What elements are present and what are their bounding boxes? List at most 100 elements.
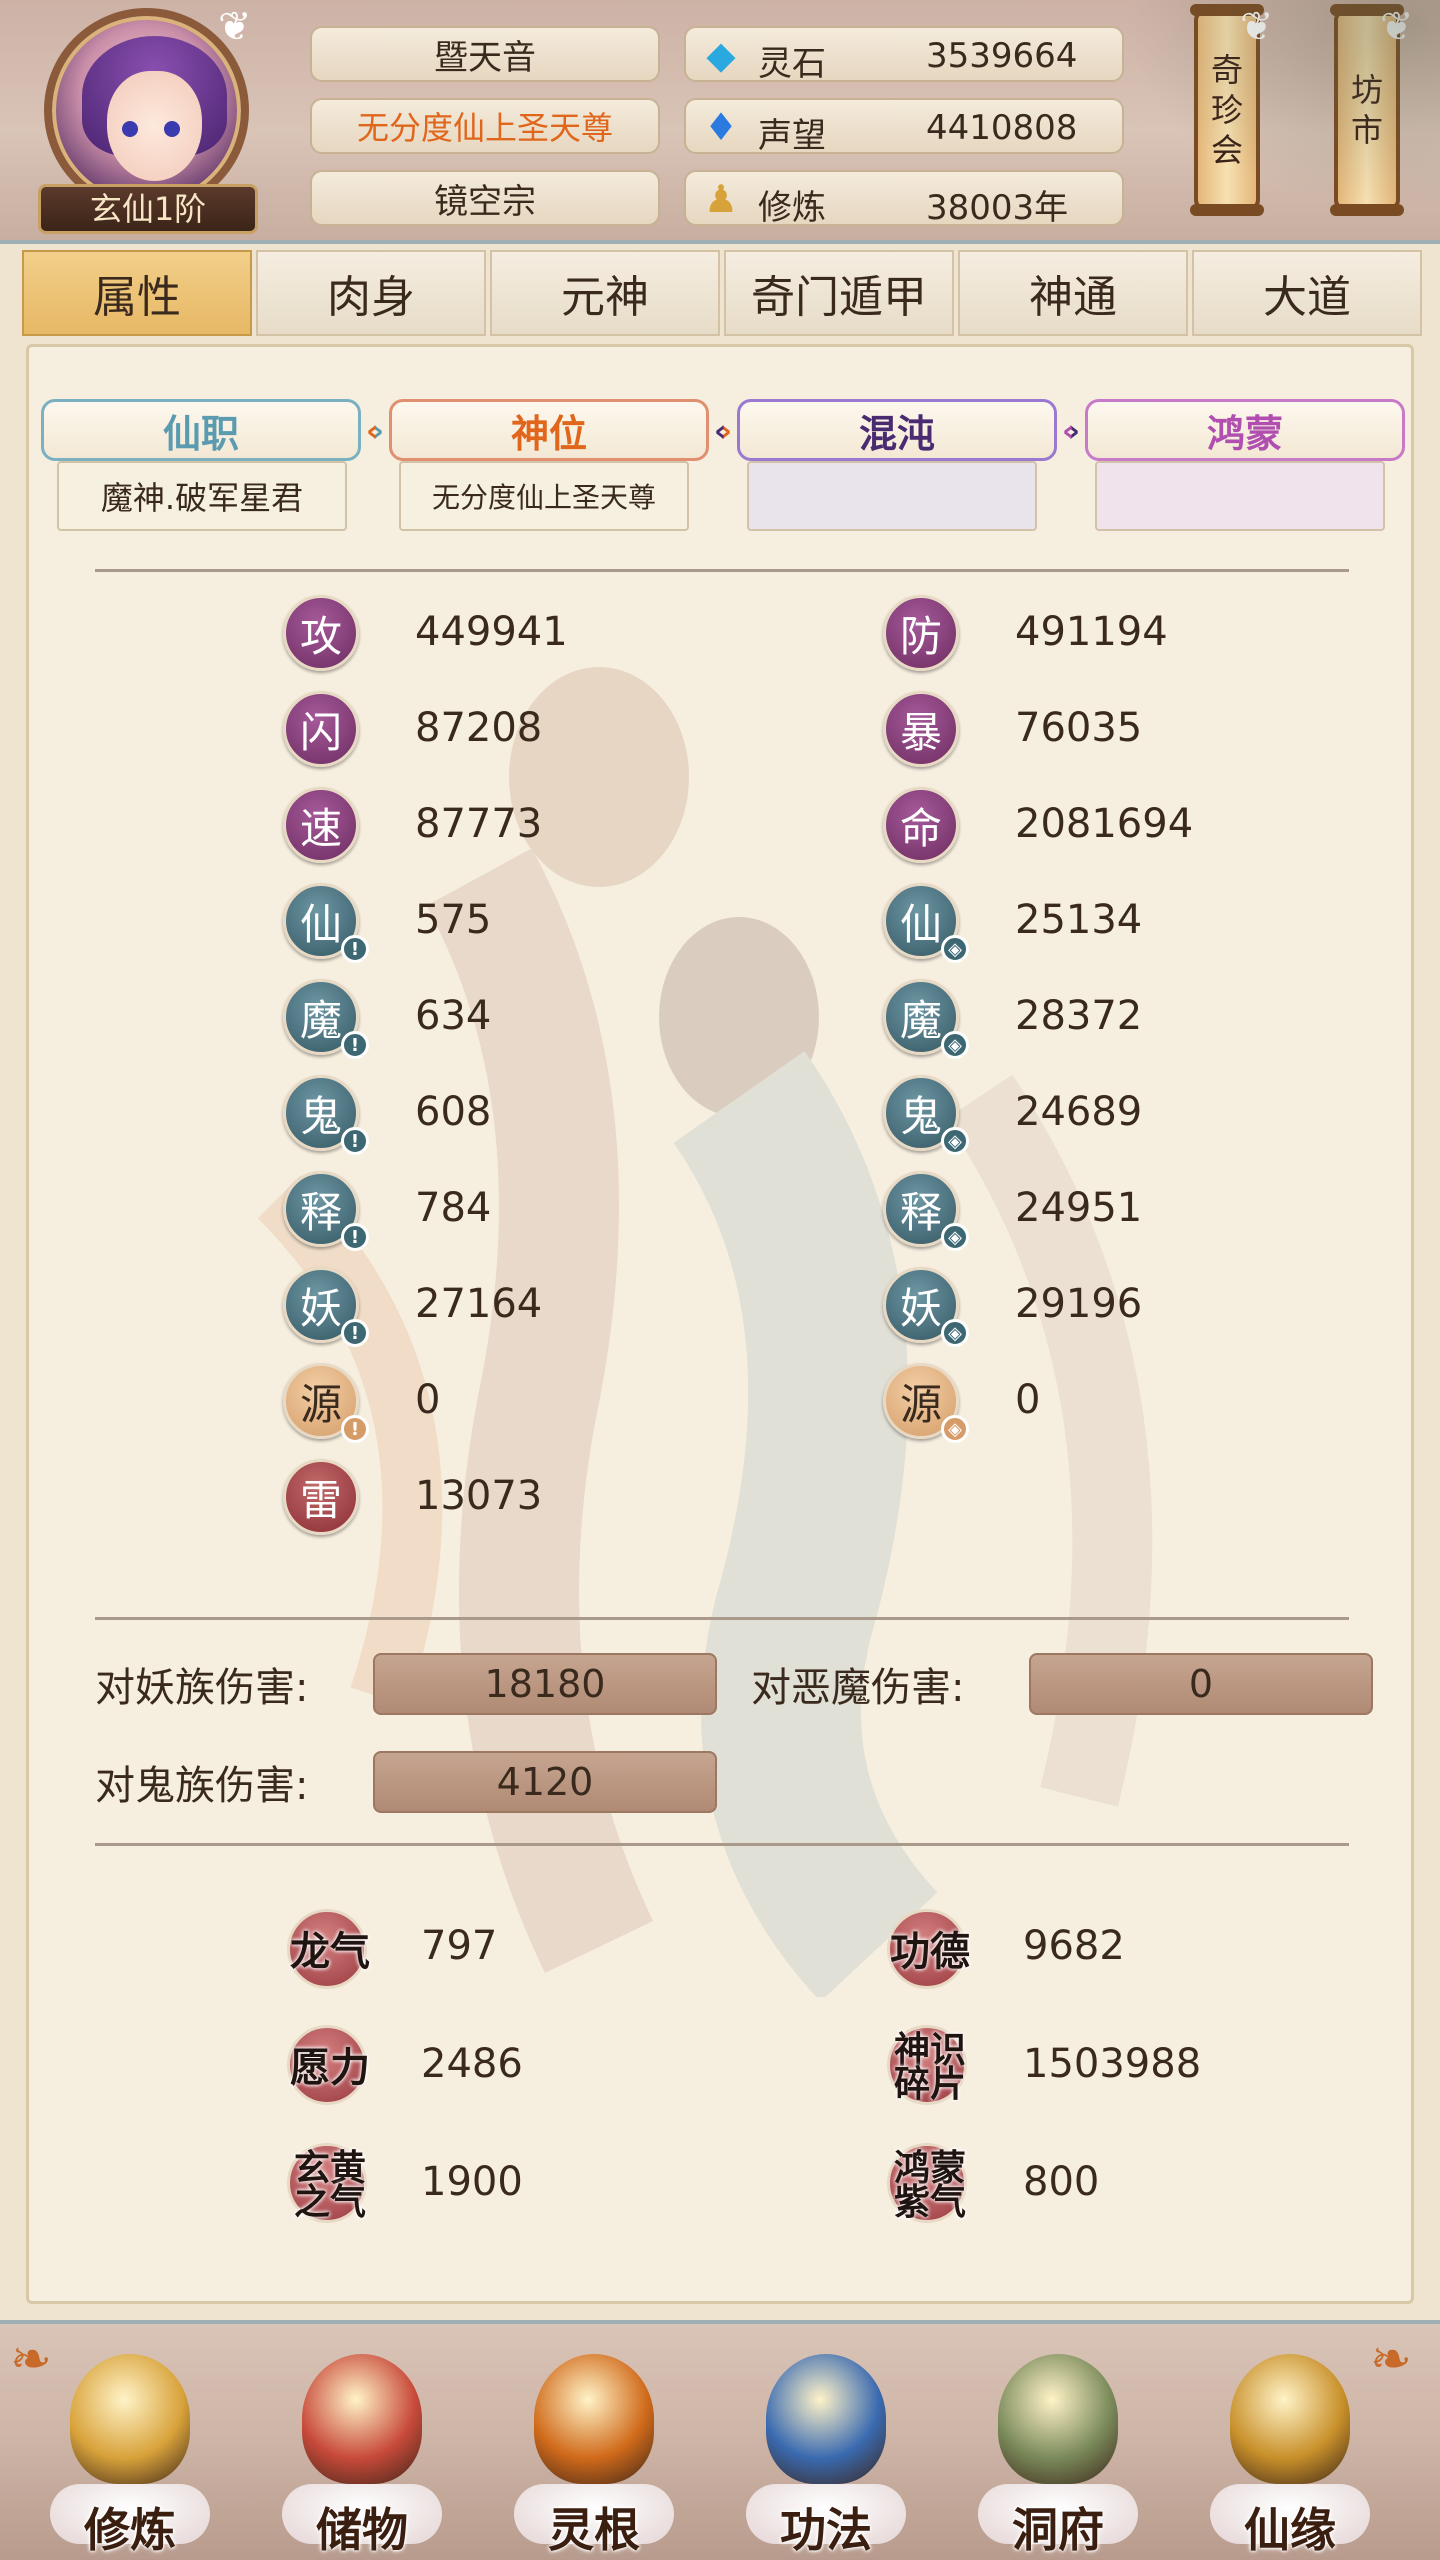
shield-badge-icon: ◈ xyxy=(941,1319,969,1347)
stat-icon[interactable]: 命 xyxy=(883,787,959,863)
nav-cave-mansion[interactable]: 洞府 xyxy=(968,2334,1148,2560)
resource-reputation: ♦ 声望 4410808 xyxy=(684,98,1124,156)
nav-label: 储物 xyxy=(316,2503,408,2557)
stat-icon[interactable]: 暴 xyxy=(883,691,959,767)
stat-value: 0 xyxy=(415,1377,441,1423)
storage-bag-icon xyxy=(302,2354,422,2484)
hongmeng-qi-value: 800 xyxy=(1023,2159,1100,2205)
resource-label: 修炼 xyxy=(758,188,826,228)
stat-value: 25134 xyxy=(1015,897,1143,943)
nav-cultivation-monk[interactable]: 修炼 xyxy=(40,2334,220,2560)
attack-badge-icon: ! xyxy=(341,1319,369,1347)
stat-icon[interactable]: 攻 xyxy=(283,595,359,671)
immortal-post-value: 魔神.破军星君 xyxy=(57,461,347,531)
nav-storage-bag[interactable]: 储物 xyxy=(272,2334,452,2560)
cave-mansion-icon xyxy=(998,2354,1118,2484)
avatar-eye xyxy=(122,121,138,137)
shield-badge-icon: ◈ xyxy=(941,1223,969,1251)
tag-label: 鸿蒙 xyxy=(1206,411,1283,456)
merit-icon: 功德 xyxy=(887,1909,970,1989)
scroll-char: 坊 xyxy=(1350,71,1383,109)
resource-cultivation: ♟ 修炼 38003年 xyxy=(684,170,1124,228)
tag-hongmeng: ‹ 鸿蒙 › xyxy=(1062,399,1405,461)
spirit-stone-icon: ◆ xyxy=(706,33,736,77)
scroll-char: 会 xyxy=(1210,131,1243,169)
resource-value: 3539664 xyxy=(926,36,1078,76)
damage-label-evil-demon: 对恶魔伤害: xyxy=(751,1665,965,1711)
butterfly-icon: ❦ xyxy=(1380,4,1414,50)
shield-badge-icon: ◈ xyxy=(941,1127,969,1155)
damage-value-ghost-race: 4120 xyxy=(373,1751,717,1813)
treasure-fair-button[interactable]: 奇 珍 会 xyxy=(1190,4,1264,216)
shield-badge-icon: ◈ xyxy=(941,935,969,963)
damage-value-demon-race: 18180 xyxy=(373,1653,717,1715)
chevron-left-icon: ‹ xyxy=(714,414,727,449)
nav-label: 灵根 xyxy=(548,2503,640,2557)
butterfly-icon: ❦ xyxy=(218,4,252,50)
stat-value: 24951 xyxy=(1015,1185,1143,1231)
player-avatar[interactable]: ❦ 玄仙1阶 xyxy=(38,4,258,234)
spirit-root-icon xyxy=(534,2354,654,2484)
chaos-value xyxy=(747,461,1037,531)
stat-icon[interactable]: 防 xyxy=(883,595,959,671)
chevron-left-icon: ‹ xyxy=(29,414,30,449)
dragon-qi-icon: 龙气 xyxy=(287,1909,370,1989)
divider xyxy=(95,1843,1349,1846)
tab-bar: 属性 肉身 元神 奇门遁甲 神通 大道 xyxy=(22,250,1422,336)
nav-label: 功法 xyxy=(780,2503,872,2557)
cultivation-icon: ♟ xyxy=(703,177,739,221)
market-button[interactable]: 坊 市 xyxy=(1330,4,1404,216)
player-name: 暨天音 xyxy=(310,26,660,82)
xuanhuang-qi-icon: 玄黄之气 xyxy=(287,2143,367,2223)
stat-value: 608 xyxy=(415,1089,492,1135)
rank-badge: 玄仙1阶 xyxy=(38,184,258,234)
hongmeng-value xyxy=(1095,461,1385,531)
nav-label: 修炼 xyxy=(84,2503,176,2557)
tag-label: 神位 xyxy=(510,411,587,456)
hongmeng-qi-icon: 鸿蒙紫气 xyxy=(887,2143,967,2223)
stat-icon[interactable]: 雷 xyxy=(283,1459,359,1535)
tag-label: 混沌 xyxy=(858,411,935,456)
stat-value: 28372 xyxy=(1015,993,1143,1039)
tab-spirit[interactable]: 元神 xyxy=(490,250,720,336)
avatar-face xyxy=(107,71,202,181)
attributes-content: ‹ 仙职 › 魔神.破军星君 ‹ 神位 › 无分度仙上圣天尊 ‹ 混沌 › ‹ … xyxy=(26,344,1414,2304)
nav-label: 洞府 xyxy=(1012,2503,1104,2557)
immortal-fate-icon xyxy=(1230,2354,1350,2484)
top-header: ❦ 玄仙1阶 暨天音 无分度仙上圣天尊 镜空宗 ◆ 灵石 3539664 ♦ 声… xyxy=(0,0,1440,240)
damage-label-ghost-race: 对鬼族伤害: xyxy=(95,1763,309,1809)
stat-icon[interactable]: 速 xyxy=(283,787,359,863)
tag-divine-rank: ‹ 神位 › xyxy=(366,399,732,461)
tab-dao[interactable]: 大道 xyxy=(1192,250,1422,336)
cultivation-monk-icon xyxy=(70,2354,190,2484)
nav-immortal-fate[interactable]: 仙缘 xyxy=(1200,2334,1380,2560)
tab-powers[interactable]: 神通 xyxy=(958,250,1188,336)
tab-attributes[interactable]: 属性 xyxy=(22,250,252,336)
damage-label-demon-race: 对妖族伤害: xyxy=(95,1665,309,1711)
technique-book-icon xyxy=(766,2354,886,2484)
resource-spirit-stone: ◆ 灵石 3539664 xyxy=(684,26,1124,84)
special-label: 玄黄之气 xyxy=(293,2148,366,2223)
attack-badge-icon: ! xyxy=(341,935,369,963)
tag-immortal-post: ‹ 仙职 › xyxy=(29,399,384,461)
nav-label: 仙缘 xyxy=(1244,2503,1336,2557)
chevron-left-icon: ‹ xyxy=(1062,414,1075,449)
stat-icon[interactable]: 闪 xyxy=(283,691,359,767)
stat-value: 24689 xyxy=(1015,1089,1143,1135)
stat-value: 87208 xyxy=(415,705,543,751)
special-label: 功德 xyxy=(890,1929,970,1975)
divider xyxy=(95,569,1349,572)
tab-qimen[interactable]: 奇门遁甲 xyxy=(724,250,954,336)
player-sect: 镜空宗 xyxy=(310,170,660,226)
stat-value: 634 xyxy=(415,993,492,1039)
nav-technique-book[interactable]: 功法 xyxy=(736,2334,916,2560)
special-label: 神识碎片 xyxy=(893,2030,966,2105)
resource-value: 38003年 xyxy=(926,188,1069,228)
damage-value-evil-demon: 0 xyxy=(1029,1653,1373,1715)
resource-label: 灵石 xyxy=(758,44,826,84)
tab-body[interactable]: 肉身 xyxy=(256,250,486,336)
nav-spirit-root[interactable]: 灵根 xyxy=(504,2334,684,2560)
stat-value: 0 xyxy=(1015,1377,1041,1423)
scroll-char: 市 xyxy=(1350,111,1383,149)
butterfly-icon: ❦ xyxy=(1240,4,1274,50)
